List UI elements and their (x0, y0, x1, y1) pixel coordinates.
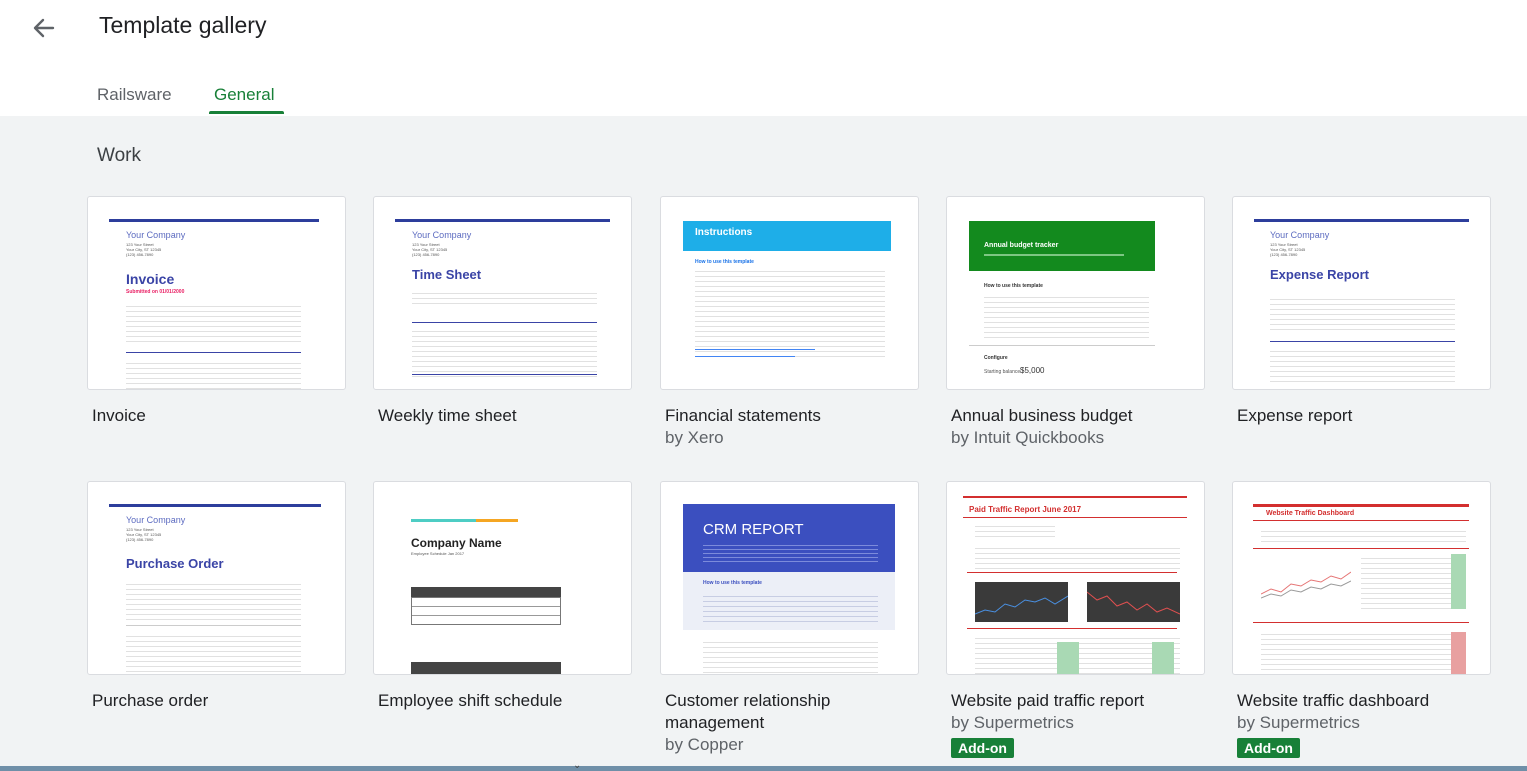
thumb-line-chart-2 (1087, 582, 1180, 622)
template-thumbnail: Website Traffic Dashboard (1232, 481, 1491, 675)
template-thumbnail: Paid Traffic Report June 2017 (946, 481, 1205, 675)
thumb-heading: Paid Traffic Report June 2017 (969, 505, 1082, 514)
thumb-howto: How to use this template (984, 283, 1043, 289)
addon-badge: Add-on (951, 738, 1014, 758)
thumb-balance-value: $5,000 (1020, 366, 1045, 375)
chevron-down-icon[interactable]: ⌄ (573, 760, 581, 771)
template-title: Invoice (92, 406, 146, 425)
template-subtitle: by Intuit Quickbooks (951, 428, 1105, 447)
thumb-line-chart-1 (975, 582, 1068, 622)
template-card-customer-relationship-management[interactable]: CRM REPORT How to use this template Cust… (660, 481, 920, 756)
section-title: Work (97, 145, 141, 166)
thumb-heading: Annual budget tracker (984, 242, 1059, 249)
thumb-balance-label: Starting balance: (984, 369, 1022, 375)
template-title: Customer relationship management (665, 691, 831, 732)
tab-railsware[interactable]: Railsware (97, 85, 172, 105)
template-title: Annual business budget (951, 406, 1133, 425)
template-card-employee-shift-schedule[interactable]: Company Name Employee Schedule Jan 2017 … (373, 481, 633, 712)
template-thumbnail: Your Company 123 Your Street Your City, S… (1232, 196, 1491, 390)
template-thumbnail: Company Name Employee Schedule Jan 2017 (373, 481, 632, 675)
template-thumbnail: Your Company 123 Your Street Your City, S… (87, 196, 346, 390)
thumb-subheading: Employee Schedule Jan 2017 (411, 551, 465, 556)
template-subtitle: by Xero (665, 428, 724, 447)
taskbar-strip (0, 766, 1527, 771)
template-card-expense-report[interactable]: Your Company 123 Your Street Your City, S… (1232, 196, 1492, 427)
template-thumbnail: Instructions How to use this template (660, 196, 919, 390)
thumb-company: Your Company (126, 515, 186, 525)
template-title: Employee shift schedule (378, 691, 563, 710)
template-subtitle: by Copper (665, 735, 744, 754)
thumb-company: Your Company (412, 230, 472, 240)
template-title: Website paid traffic report (951, 691, 1145, 710)
template-thumbnail: CRM REPORT How to use this template (660, 481, 919, 675)
thumb-heading: Purchase Order (126, 556, 224, 571)
thumb-heading: Website Traffic Dashboard (1266, 510, 1355, 517)
thumb-company: Your Company (1270, 230, 1330, 240)
thumb-submitted: Submitted on 01/01/2000 (126, 289, 185, 295)
template-card-weekly-time-sheet[interactable]: Your Company 123 Your Street Your City, S… (373, 196, 633, 427)
thumb-heading: Instructions (695, 227, 753, 238)
thumb-heading: CRM REPORT (703, 521, 804, 538)
back-arrow-icon[interactable] (26, 10, 62, 46)
template-title: Website traffic dashboard (1237, 691, 1430, 710)
tab-general[interactable]: General (214, 85, 274, 105)
thumb-company: Your Company (126, 230, 186, 240)
thumb-howto: How to use this template (703, 580, 762, 586)
thumb-line-chart (1261, 571, 1351, 599)
thumb-heading: Expense Report (1270, 267, 1369, 282)
template-title: Expense report (1237, 406, 1353, 425)
header: Template gallery Railsware General (0, 0, 1527, 116)
template-card-website-traffic-dashboard[interactable]: Website Traffic Dashboard Website traffi… (1232, 481, 1492, 758)
thumb-howto: How to use this template (695, 259, 754, 265)
template-card-annual-business-budget[interactable]: Annual budget tracker How to use this te… (946, 196, 1206, 449)
template-card-financial-statements[interactable]: Instructions How to use this template Fi… (660, 196, 920, 449)
thumb-heading: Time Sheet (412, 267, 482, 282)
template-title: Weekly time sheet (378, 406, 517, 425)
template-subtitle: by Supermetrics (1237, 713, 1360, 732)
page-title: Template gallery (99, 12, 267, 38)
template-card-invoice[interactable]: Your Company 123 Your Street Your City, S… (87, 196, 347, 427)
gallery-area: Work Your Company 123 Your Street Your Ci… (0, 116, 1527, 766)
template-thumbnail: Your Company 123 Your Street Your City, S… (87, 481, 346, 675)
thumb-configure: Configure (984, 355, 1008, 361)
template-title: Purchase order (92, 691, 209, 710)
template-card-website-paid-traffic-report[interactable]: Paid Traffic Report June 2017 Website pa… (946, 481, 1206, 758)
template-subtitle: by Supermetrics (951, 713, 1074, 732)
active-tab-indicator (209, 111, 284, 114)
addon-badge: Add-on (1237, 738, 1300, 758)
template-title: Financial statements (665, 406, 821, 425)
thumb-heading: Company Name (411, 536, 502, 550)
template-thumbnail: Annual budget tracker How to use this te… (946, 196, 1205, 390)
thumb-heading: Invoice (126, 271, 175, 287)
template-thumbnail: Your Company 123 Your Street Your City, S… (373, 196, 632, 390)
template-card-purchase-order[interactable]: Your Company 123 Your Street Your City, S… (87, 481, 347, 712)
